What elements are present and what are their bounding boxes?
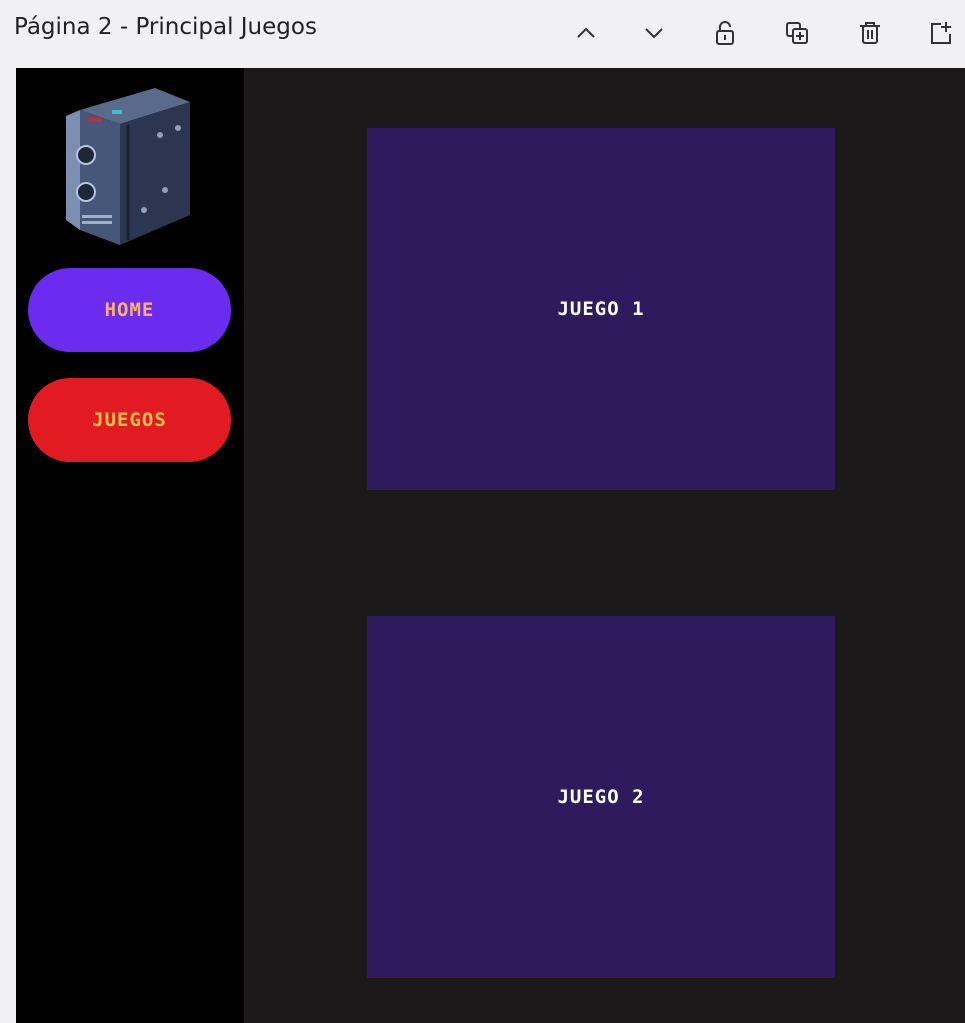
game-card[interactable]: JUEGO 1: [367, 128, 835, 490]
delete-page-button[interactable]: [853, 16, 887, 50]
chevron-up-icon: [577, 27, 595, 38]
nav-home-button[interactable]: HOME: [28, 268, 231, 352]
unlock-icon: [716, 21, 734, 45]
move-page-down-button[interactable]: [637, 16, 671, 50]
trash-icon: [860, 22, 880, 44]
sidebar: HOME JUEGOS: [16, 68, 244, 1023]
game-card-label: JUEGO 2: [557, 786, 645, 808]
nav-juegos-button[interactable]: JUEGOS: [28, 378, 231, 462]
page-title[interactable]: Página 2 - Principal Juegos: [14, 14, 317, 40]
lock-page-button[interactable]: [708, 16, 742, 50]
move-page-up-button[interactable]: [569, 16, 603, 50]
game-card-label: JUEGO 1: [557, 298, 645, 320]
add-page-button[interactable]: [923, 16, 957, 50]
add-page-icon: [931, 22, 951, 44]
design-canvas[interactable]: HOME JUEGOS JUEGO 1 JUEGO 2: [16, 68, 965, 1023]
chevron-down-icon: [645, 28, 663, 39]
duplicate-icon: [786, 22, 808, 44]
game-card[interactable]: JUEGO 2: [367, 616, 835, 978]
duplicate-page-button[interactable]: [780, 16, 814, 50]
arcade-cabinet-icon[interactable]: [60, 80, 200, 250]
page-header: Página 2 - Principal Juegos: [0, 0, 965, 68]
